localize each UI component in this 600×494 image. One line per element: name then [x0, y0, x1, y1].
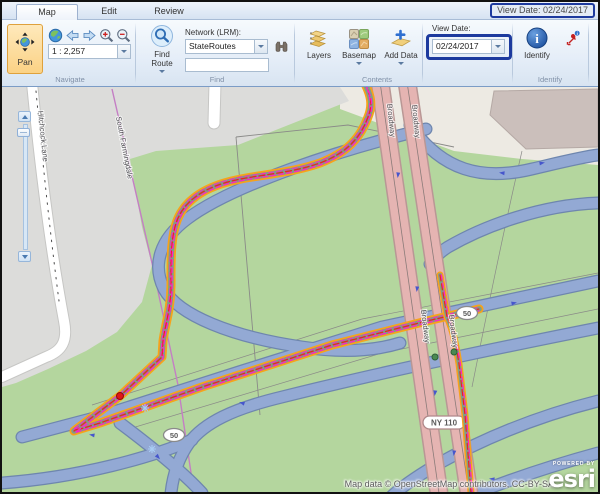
chevron-down-icon [258, 45, 264, 48]
map-route-node [451, 349, 457, 355]
network-combo-dropdown-button[interactable] [255, 39, 268, 54]
map-shield-50-east: 50 [457, 307, 478, 320]
identify-button-label: Identify [524, 51, 550, 60]
layers-button-label: Layers [307, 51, 331, 60]
pin-info-icon[interactable]: i [564, 30, 581, 47]
basemap-tiles-icon [349, 29, 369, 51]
zoom-out-icon[interactable] [116, 28, 131, 43]
add-data-icon [390, 29, 412, 51]
identify-button[interactable]: i Identify [518, 27, 556, 60]
chevron-down-icon [22, 255, 28, 259]
zoom-slider-thumb[interactable] [17, 128, 30, 137]
map-attribution: Map data © OpenStreetMap contributors, C… [345, 479, 554, 489]
map-scale-dropdown-button[interactable] [118, 44, 131, 59]
network-combo[interactable]: StateRoutes [185, 39, 268, 54]
ny110-shield-label: NY 110 [431, 419, 458, 428]
view-date-highlight-ring [426, 34, 512, 60]
map-scale-combo[interactable]: 1 : 2,257 [48, 44, 131, 59]
map-route-endpoint-marker [117, 393, 124, 400]
shield-50-label: 50 [463, 309, 471, 318]
previous-extent-arrow-icon[interactable] [65, 28, 80, 43]
binoculars-icon[interactable] [274, 39, 289, 54]
group-separator [294, 23, 295, 83]
group-label-find: Find [162, 75, 272, 84]
application-window: Map Edit Review View Date: 02/24/2017 Pa… [0, 0, 600, 494]
network-combo-value[interactable]: StateRoutes [185, 39, 255, 54]
globe-icon[interactable] [48, 28, 63, 43]
find-route-label-line1: Find [154, 50, 170, 59]
group-label-contents: Contents [322, 75, 432, 84]
pan-button-label: Pan [17, 57, 32, 67]
pan-icon [15, 32, 35, 54]
view-date-callout: View Date: 02/24/2017 [490, 3, 595, 18]
map-viewport[interactable]: NY 110 [2, 87, 598, 492]
group-label-navigate: Navigate [16, 75, 124, 84]
group-separator [588, 23, 589, 83]
tab-edit[interactable]: Edit [86, 4, 132, 20]
tab-review[interactable]: Review [140, 4, 198, 20]
add-data-button[interactable]: Add Data [381, 29, 421, 65]
svg-text:i: i [535, 31, 539, 46]
map-scale-value[interactable]: 1 : 2,257 [48, 44, 118, 59]
group-separator [512, 23, 513, 83]
zoom-slider-up-button[interactable] [18, 111, 31, 122]
group-separator [422, 23, 423, 83]
find-route-button[interactable]: Find Route [142, 24, 182, 73]
ribbon-tab-bar: Map Edit Review View Date: 02/24/2017 [2, 2, 598, 20]
route-search-input[interactable] [185, 58, 269, 72]
chevron-down-icon [121, 50, 127, 53]
layers-button[interactable]: Layers [301, 29, 337, 60]
network-lrm-label: Network (LRM): [185, 28, 241, 37]
zoom-in-icon[interactable] [99, 28, 114, 43]
group-label-identify: Identify [514, 75, 586, 84]
map-shield-ny110: NY 110 [423, 416, 465, 429]
ribbon: Pan 1 : 2,257 Navigate [2, 20, 598, 87]
tab-map[interactable]: Map [16, 4, 78, 20]
chevron-up-icon [22, 115, 28, 119]
zoom-slider-track[interactable] [23, 124, 28, 250]
identify-info-icon: i [526, 27, 548, 51]
chevron-down-icon [398, 62, 404, 65]
next-extent-arrow-icon[interactable] [82, 28, 97, 43]
layers-icon [309, 29, 329, 51]
basemap-button-label: Basemap [342, 51, 376, 60]
chevron-down-icon [159, 70, 165, 73]
basemap-button[interactable]: Basemap [340, 29, 378, 65]
zoom-slider-down-button[interactable] [18, 251, 31, 262]
esri-brand-text: esri [548, 467, 595, 491]
group-separator [135, 23, 136, 83]
pan-button[interactable]: Pan [7, 24, 43, 74]
svg-text:i: i [577, 31, 578, 36]
find-route-label-line2: Route [151, 59, 172, 68]
shield-50-label: 50 [170, 431, 178, 440]
add-data-button-label: Add Data [384, 51, 417, 60]
map-route-node [432, 354, 438, 360]
find-route-magnifier-icon [150, 24, 174, 50]
map-canvas[interactable]: NY 110 [2, 87, 598, 492]
chevron-down-icon [356, 62, 362, 65]
esri-logo: POWERED BY esri [548, 462, 595, 491]
view-date-label: View Date: [432, 24, 471, 33]
map-shield-50-west: 50 [164, 429, 185, 442]
